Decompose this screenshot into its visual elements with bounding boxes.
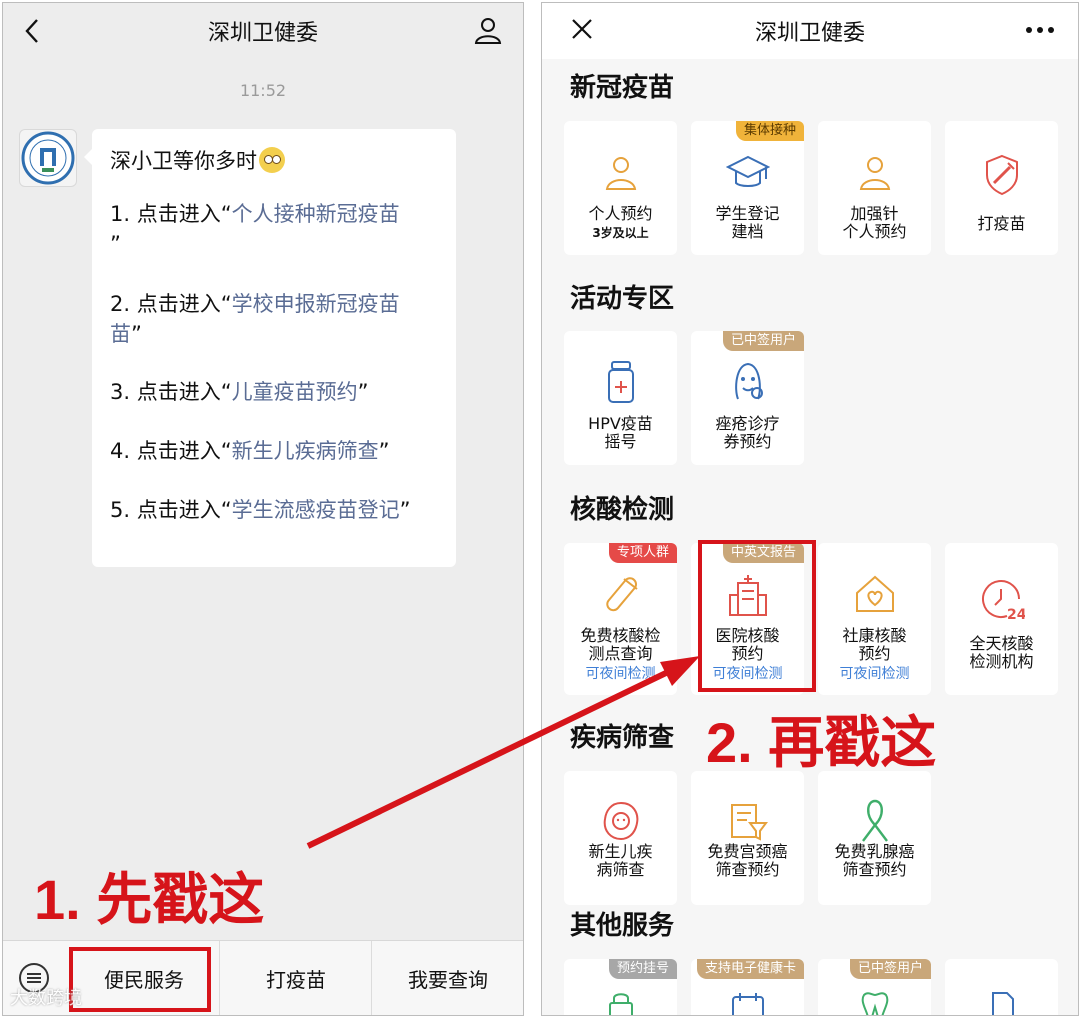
szhc-logo-icon bbox=[21, 131, 75, 185]
card-other-3[interactable]: 已中签用户 bbox=[818, 959, 931, 1015]
card-label: 社康核酸 预约 bbox=[842, 626, 907, 663]
card-label: 免费宫颈癌 筛查预约 bbox=[707, 842, 788, 879]
page-header: 深圳卫健委 bbox=[542, 3, 1078, 59]
baby-icon bbox=[603, 801, 638, 841]
tooth-icon bbox=[861, 992, 888, 1015]
card-sublabel: 可夜间检测 bbox=[839, 666, 910, 682]
tag-winning-users: 已中签用户 bbox=[849, 959, 931, 979]
menu-link-4[interactable]: 4. 点击进入“新生儿疾病筛查” bbox=[110, 436, 446, 466]
tag-collective: 集体接种 bbox=[735, 121, 804, 141]
card-label: 打疫苗 bbox=[977, 214, 1026, 233]
document-filter-icon bbox=[730, 804, 768, 841]
menu-link-3[interactable]: 3. 点击进入“儿童疫苗预约” bbox=[110, 377, 446, 407]
card-label: 免费乳腺癌 筛查预约 bbox=[834, 842, 915, 879]
highlight-box-step2 bbox=[698, 540, 816, 692]
card-newborn-screening[interactable]: 新生儿疾 病筛查 bbox=[564, 771, 677, 905]
lock-icon bbox=[608, 993, 633, 1015]
card-label: 个人预约 bbox=[588, 204, 653, 223]
tag-special-groups: 专项人群 bbox=[608, 543, 677, 563]
graduation-cap-icon bbox=[725, 155, 770, 187]
card-label: 新生儿疾 病筛查 bbox=[588, 842, 653, 879]
card-label: 学生登记 建档 bbox=[715, 204, 780, 241]
menu-query[interactable]: 我要查询 bbox=[371, 941, 523, 1015]
card-free-test-sites[interactable]: 专项人群 免费核酸检 测点查询 可夜间检测 bbox=[564, 543, 677, 695]
tag-e-health-card: 支持电子健康卡 bbox=[696, 959, 804, 979]
service-page-screen: 深圳卫健委 新冠疫苗 个人预约 3岁及以上 集体接种 学生登记 建档 加强针 个… bbox=[541, 2, 1079, 1016]
card-label: 免费核酸检 测点查询 bbox=[580, 626, 661, 663]
profile-icon[interactable] bbox=[473, 15, 503, 45]
person-icon bbox=[859, 157, 890, 190]
card-community-test-booking[interactable]: 社康核酸 预约 可夜间检测 bbox=[818, 543, 931, 695]
tag-winning-users: 已中签用户 bbox=[722, 331, 804, 351]
card-other-2[interactable]: 支持电子健康卡 bbox=[691, 959, 804, 1015]
house-heart-icon bbox=[855, 575, 894, 612]
menu-link-2[interactable]: 2. 点击进入“学校申报新冠疫苗 苗” bbox=[110, 289, 446, 349]
message-timestamp: 11:52 bbox=[239, 81, 287, 100]
face-icon bbox=[734, 362, 763, 400]
card-booster-appointment[interactable]: 加强针 个人预约 bbox=[818, 121, 931, 255]
step1-annotation: 1. 先戳这 bbox=[34, 868, 265, 931]
document-icon bbox=[991, 992, 1014, 1015]
menu-vaccination[interactable]: 打疫苗 bbox=[219, 941, 372, 1015]
section-title-disease-screening: 疾病筛查 bbox=[570, 723, 675, 753]
card-student-registration[interactable]: 集体接种 学生登记 建档 bbox=[691, 121, 804, 255]
greeting-text: 深小卫等你多时 bbox=[110, 145, 285, 175]
emoji-icon bbox=[259, 147, 285, 173]
shield-syringe-icon bbox=[985, 154, 1018, 196]
section-title-other-services: 其他服务 bbox=[570, 911, 675, 941]
section-title-covid-vaccine: 新冠疫苗 bbox=[570, 73, 675, 103]
page-title: 深圳卫健委 bbox=[754, 21, 865, 46]
test-tube-icon bbox=[605, 577, 638, 612]
vaccine-bottle-icon bbox=[607, 361, 634, 403]
card-other-4[interactable] bbox=[945, 959, 1058, 1015]
card-get-vaccinated[interactable]: 打疫苗 bbox=[945, 121, 1058, 255]
card-sublabel: 可夜间检测 bbox=[585, 666, 656, 682]
card-other-1[interactable]: 预约挂号 bbox=[564, 959, 677, 1015]
chat-header: 深圳卫健委 bbox=[3, 3, 523, 59]
avatar[interactable] bbox=[19, 129, 77, 187]
card-label: 痤疮诊疗 券预约 bbox=[715, 414, 780, 451]
menu-link-5[interactable]: 5. 点击进入“学生流感疫苗登记” bbox=[110, 495, 446, 525]
chat-title: 深圳卫健委 bbox=[207, 21, 318, 46]
watermark: 大数跨境 bbox=[10, 988, 82, 1009]
card-24h-test-institutions[interactable]: 24 全天核酸 检测机构 bbox=[945, 543, 1058, 695]
tag-registration: 预约挂号 bbox=[608, 959, 677, 979]
step2-annotation: 2. 再戳这 bbox=[706, 711, 937, 774]
more-icon[interactable] bbox=[1026, 27, 1054, 33]
card-sublabel: 3岁及以上 bbox=[592, 226, 649, 240]
card-breast-screening[interactable]: 免费乳腺癌 筛查预约 bbox=[818, 771, 931, 905]
card-label: 加强针 个人预约 bbox=[842, 204, 907, 241]
card-acne-voucher[interactable]: 已中签用户 痤疮诊疗 券预约 bbox=[691, 331, 804, 465]
calendar-icon bbox=[731, 993, 764, 1015]
card-cervical-screening[interactable]: 免费宫颈癌 筛查预约 bbox=[691, 771, 804, 905]
card-label: 全天核酸 检测机构 bbox=[969, 634, 1034, 671]
clock-24-icon: 24 bbox=[981, 580, 1025, 623]
message-bubble: 深小卫等你多时 1. 点击进入“个人接种新冠疫苗” 2. 点击进入“学校申报新冠… bbox=[84, 129, 456, 567]
card-personal-appointment[interactable]: 个人预约 3岁及以上 bbox=[564, 121, 677, 255]
ribbon-icon bbox=[861, 799, 888, 842]
highlight-box-step1 bbox=[69, 947, 211, 1012]
person-icon bbox=[605, 157, 636, 190]
section-title-nucleic-test: 核酸检测 bbox=[570, 495, 675, 525]
card-label: HPV疫苗 摇号 bbox=[588, 414, 653, 451]
section-title-activity-zone: 活动专区 bbox=[570, 284, 675, 314]
svg-text:24: 24 bbox=[1007, 607, 1025, 623]
card-hpv-lottery[interactable]: HPV疫苗 摇号 bbox=[564, 331, 677, 465]
menu-link-1[interactable]: 1. 点击进入“个人接种新冠疫苗” bbox=[110, 199, 446, 259]
